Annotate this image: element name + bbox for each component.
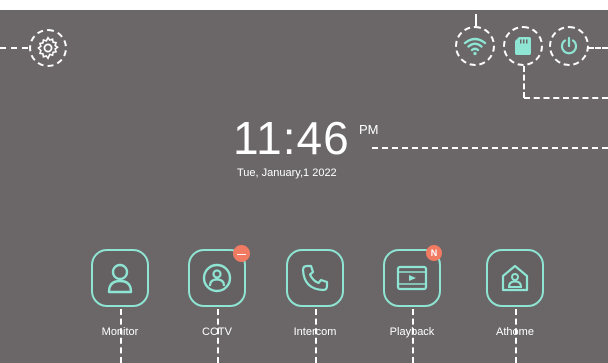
phone-icon — [301, 264, 329, 292]
callout-line-cctv — [217, 309, 219, 363]
callout-line-monitor — [120, 309, 122, 363]
sd-card-status[interactable] — [503, 26, 543, 66]
athome-button[interactable] — [486, 249, 544, 307]
power-icon — [560, 36, 578, 55]
clock-time: 11:46 — [233, 112, 350, 164]
wifi-status[interactable] — [455, 26, 495, 66]
callout-line-wifi — [475, 14, 477, 26]
monitor-button[interactable] — [91, 249, 149, 307]
clock-date: Tue, January,1 2022 — [237, 167, 337, 179]
callout-line-settings — [0, 47, 28, 49]
gear-icon — [37, 36, 59, 60]
wifi-icon — [463, 37, 487, 56]
callout-line-sd — [523, 66, 525, 98]
home-screen: 11:46 PM Tue, January,1 2022 — N Monitor… — [0, 0, 608, 363]
callout-line-athome — [515, 309, 517, 363]
settings-button[interactable] — [29, 29, 67, 67]
playback-badge: N — [426, 245, 442, 261]
cctv-badge: — — [233, 245, 250, 262]
home-person-icon — [501, 264, 529, 292]
callout-line-sd-horizontal — [524, 97, 608, 99]
callout-line-playback — [412, 309, 414, 363]
intercom-button[interactable] — [286, 249, 344, 307]
callout-line-power — [588, 47, 608, 49]
callout-line-clock — [372, 147, 608, 149]
sd-card-icon — [515, 37, 531, 55]
clock-ampm: PM — [359, 122, 379, 137]
film-play-icon — [396, 265, 428, 291]
person-icon — [107, 263, 133, 294]
callout-line-intercom — [315, 309, 317, 363]
power-status[interactable] — [549, 26, 589, 66]
camera-person-icon — [202, 263, 232, 293]
